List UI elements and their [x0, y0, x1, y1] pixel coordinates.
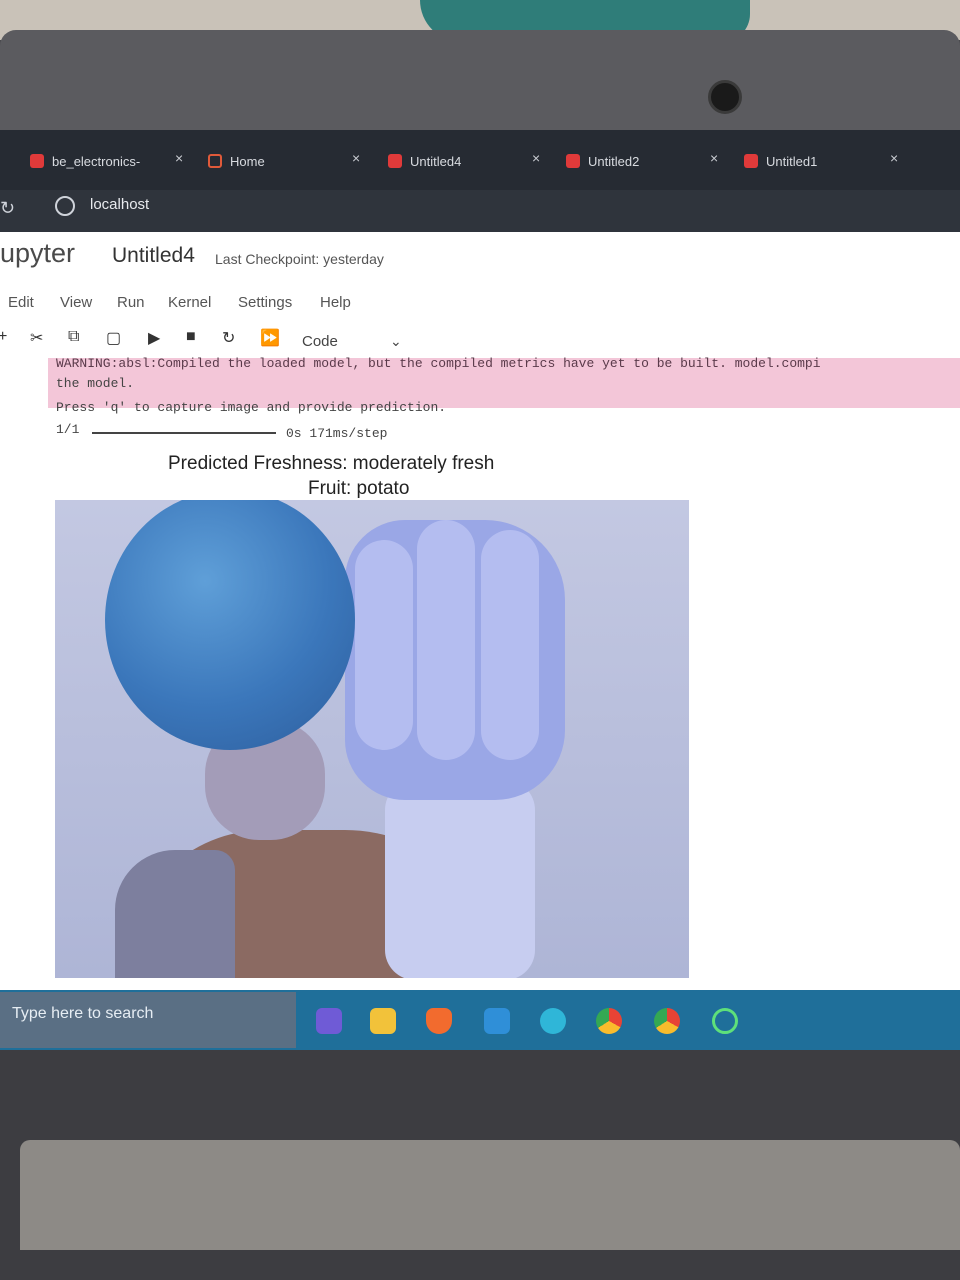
- laptop-hinge: [20, 1140, 960, 1250]
- jupyter-logo[interactable]: jupyter: [0, 238, 75, 269]
- copy-icon[interactable]: ⧉: [68, 328, 79, 346]
- progress-bar: [92, 432, 276, 434]
- reload-icon[interactable]: ↻: [0, 198, 15, 219]
- chrome-profile-icon[interactable]: [654, 1008, 680, 1034]
- copilot-icon[interactable]: [316, 1008, 342, 1034]
- menu-edit[interactable]: Edit: [8, 294, 34, 311]
- photo-arm: [385, 780, 535, 978]
- photo-finger: [417, 520, 475, 760]
- brave-icon[interactable]: [426, 1008, 452, 1034]
- warning-text-line1: WARNING:absl:Compiled the loaded model, …: [56, 356, 821, 371]
- photo-potato: [105, 500, 355, 750]
- notebook-title[interactable]: Untitled4: [112, 244, 195, 268]
- chevron-down-icon[interactable]: ⌄: [390, 333, 402, 350]
- close-tab-icon[interactable]: ×: [352, 150, 360, 166]
- menu-kernel[interactable]: Kernel: [168, 294, 211, 311]
- url-field[interactable]: localhost: [90, 196, 149, 213]
- add-icon[interactable]: +: [0, 328, 7, 346]
- cell-type-select[interactable]: Code: [302, 333, 338, 350]
- notebook-toolbar: [0, 324, 960, 359]
- menu-help[interactable]: Help: [320, 294, 351, 311]
- tab-label: be_electronics-: [52, 153, 141, 169]
- outlook-icon[interactable]: [484, 1008, 510, 1034]
- close-tab-icon[interactable]: ×: [890, 150, 898, 166]
- photo-finger: [355, 540, 413, 750]
- tab-home[interactable]: Home: [208, 148, 265, 174]
- checkpoint-status: Last Checkpoint: yesterday: [215, 251, 384, 267]
- menu-run[interactable]: Run: [117, 294, 145, 311]
- cortana-icon[interactable]: [712, 1008, 738, 1034]
- captured-webcam-image: [55, 500, 689, 978]
- stdout-prompt: Press 'q' to capture image and provide p…: [56, 400, 447, 415]
- laptop-screen: be_electronics- × Home × Untitled4 × Unt…: [0, 130, 960, 1050]
- tab-untitled4[interactable]: Untitled4: [388, 148, 461, 174]
- taskbar-search-placeholder: Type here to search: [12, 1005, 154, 1022]
- home-favicon-icon: [208, 154, 222, 168]
- menu-settings[interactable]: Settings: [238, 294, 292, 311]
- photo-finger: [481, 530, 539, 760]
- tab-be-electronics[interactable]: be_electronics-: [30, 148, 140, 174]
- stop-icon[interactable]: ■: [186, 328, 196, 346]
- prediction-fruit: Fruit: potato: [308, 478, 410, 499]
- photo-sleeve: [115, 850, 235, 978]
- prediction-title: Predicted Freshness: moderately fresh: [168, 453, 495, 474]
- close-tab-icon[interactable]: ×: [175, 150, 183, 166]
- file-explorer-icon[interactable]: [370, 1008, 396, 1034]
- progress-time: 0s 171ms/step: [286, 426, 388, 441]
- warning-text-line2: the model.: [56, 376, 135, 391]
- tab-label: Untitled1: [766, 153, 818, 169]
- edge-icon[interactable]: [540, 1008, 566, 1034]
- webcam: [708, 80, 742, 114]
- tab-label: Home: [230, 153, 265, 169]
- chrome-icon[interactable]: [596, 1008, 622, 1034]
- jupyter-favicon-icon: [388, 154, 402, 168]
- tab-label: Untitled4: [410, 153, 462, 169]
- cut-icon[interactable]: ✂: [30, 328, 43, 348]
- progress-count: 1/1: [56, 422, 80, 437]
- paste-icon[interactable]: ▢: [106, 328, 121, 348]
- jupyter-favicon-icon: [566, 154, 580, 168]
- jupyter-favicon-icon: [744, 154, 758, 168]
- close-tab-icon[interactable]: ×: [532, 150, 540, 166]
- tab-label: Untitled2: [588, 153, 640, 169]
- tab-untitled1[interactable]: Untitled1: [744, 148, 817, 174]
- site-info-icon[interactable]: [55, 196, 75, 216]
- laptop-bezel-top: [0, 30, 960, 140]
- tab-untitled2[interactable]: Untitled2: [566, 148, 639, 174]
- restart-icon[interactable]: ↻: [222, 328, 235, 348]
- menu-view[interactable]: View: [60, 294, 92, 311]
- tab-favicon-icon: [30, 154, 44, 168]
- restart-run-all-icon[interactable]: ⏩: [260, 328, 280, 348]
- close-tab-icon[interactable]: ×: [710, 150, 718, 166]
- run-icon[interactable]: ▶: [148, 328, 160, 348]
